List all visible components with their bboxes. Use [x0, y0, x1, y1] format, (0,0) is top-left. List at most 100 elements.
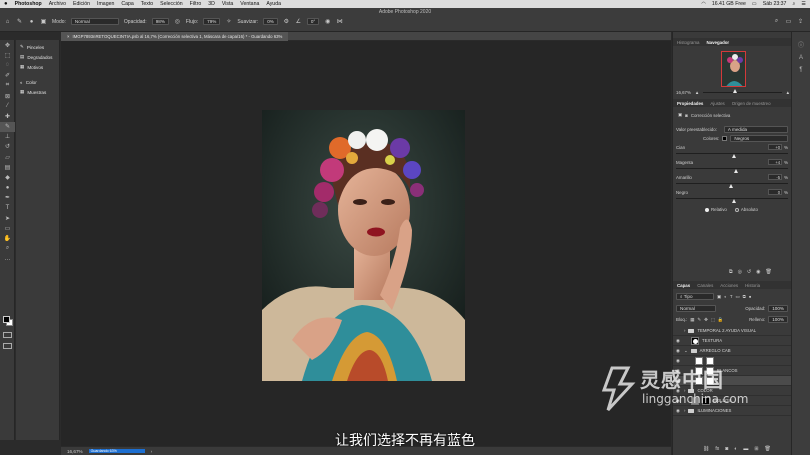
layer-row[interactable]: ◉ TEXTURA	[673, 336, 792, 346]
tab-navigator[interactable]: Navegador	[706, 40, 729, 45]
menu-photoshop[interactable]: Photoshop	[15, 1, 42, 7]
slider-track[interactable]	[676, 153, 788, 158]
link-icon[interactable]: ⛓	[703, 446, 709, 452]
crop-tool-icon[interactable]: ⌗	[0, 81, 15, 91]
stamp-tool-icon[interactable]: ⊥	[0, 132, 15, 142]
panel-item-gradients[interactable]: ▤ Degradados	[16, 52, 59, 62]
pressure-size-icon[interactable]: ◉	[324, 18, 331, 25]
tab-histogram[interactable]: Histograma	[677, 40, 699, 45]
frame-tool-icon[interactable]: ⊠	[0, 91, 15, 101]
layer-row[interactable]: ◉ ⌄ ARREGLO CAB	[673, 346, 792, 356]
healing-tool-icon[interactable]: ✚	[0, 111, 15, 121]
tab-history[interactable]: Historia	[745, 283, 760, 288]
lock-pixels-icon[interactable]: ▦	[690, 317, 694, 323]
layer-opacity-field[interactable]: 100%	[768, 305, 788, 312]
brush-tool-icon[interactable]: ✎	[16, 18, 23, 25]
menu-vista[interactable]: Vista	[222, 1, 233, 7]
panel-icon-paragraph[interactable]: ¶	[792, 64, 810, 76]
view-previous-icon[interactable]: ◎	[738, 269, 742, 275]
marquee-tool-icon[interactable]: ⬚	[0, 50, 15, 60]
eye-icon[interactable]: ◉	[676, 348, 681, 354]
path-select-tool-icon[interactable]: ➤	[0, 213, 15, 223]
airbrush-icon[interactable]: ✧	[225, 18, 232, 25]
gear-icon[interactable]: ⚙	[283, 18, 290, 25]
pen-tool-icon[interactable]: ✒	[0, 193, 15, 203]
tab-clone-source[interactable]: Origen de muestreo	[732, 101, 771, 106]
hand-tool-icon[interactable]: ✋	[0, 234, 15, 244]
layer-fill-field[interactable]: 100%	[768, 316, 788, 323]
move-tool-icon[interactable]: ✥	[0, 40, 15, 50]
navigator-zoom-value[interactable]: 16,67%	[676, 90, 691, 95]
document-tab[interactable]: × IMGP7893nRETOQUECINTIA.psb al 16,7% (C…	[61, 31, 289, 41]
panel-item-brushes[interactable]: ✎ Pinceles	[16, 42, 59, 52]
blur-tool-icon[interactable]: ◆	[0, 172, 15, 182]
slider-value[interactable]: -5	[768, 174, 783, 180]
clip-icon[interactable]: ⧉	[729, 269, 733, 275]
filter-type-icon[interactable]: T	[730, 294, 733, 299]
menu-capa[interactable]: Capa	[121, 1, 133, 7]
clock[interactable]: Sáb 23:37	[763, 1, 787, 7]
pressure-opacity-icon[interactable]: ◎	[174, 18, 181, 25]
angle-icon[interactable]: ∠	[295, 18, 302, 25]
radio-absolute[interactable]: Absoluto	[734, 207, 758, 212]
menu-3d[interactable]: 3D	[208, 1, 215, 7]
zoom-level[interactable]: 16,67%	[67, 449, 83, 454]
more-tools-icon[interactable]: …	[0, 254, 15, 264]
quick-select-tool-icon[interactable]: ✐	[0, 71, 15, 81]
brush-tool-icon[interactable]: ✎	[0, 121, 15, 132]
fx-icon[interactable]: fx	[715, 446, 719, 452]
colors-select[interactable]: Negros	[730, 135, 788, 142]
brush-panel-icon[interactable]: ▣	[40, 18, 47, 25]
tab-properties[interactable]: Propiedades	[677, 101, 703, 106]
wifi-icon[interactable]: ◠	[701, 1, 706, 7]
apple-icon[interactable]: ●	[4, 1, 8, 7]
lock-position-icon[interactable]: ✥	[704, 317, 708, 323]
share-icon[interactable]: ⇪	[797, 18, 804, 25]
panel-item-patterns[interactable]: ▦ Motivos	[16, 62, 59, 72]
slider-value[interactable]: 0	[768, 189, 783, 195]
shape-tool-icon[interactable]: ▭	[0, 223, 15, 233]
chevron-down-icon[interactable]: ⌄	[684, 348, 688, 354]
layer-row[interactable]: › TEMPORAL 2 AYUDA VISUAL	[673, 326, 792, 336]
preset-select[interactable]: A medida	[723, 126, 788, 133]
navigator-zoom-slider[interactable]	[703, 89, 782, 93]
info-arrow-icon[interactable]: ›	[151, 449, 153, 454]
menu-ventana[interactable]: Ventana	[240, 1, 259, 7]
delete-icon[interactable]: 🗑	[766, 269, 772, 275]
slider-track[interactable]	[676, 183, 788, 188]
panel-item-swatches[interactable]: ▦ Muestras	[16, 87, 59, 97]
brush-preset-icon[interactable]: ●	[28, 18, 35, 25]
panel-icon-character[interactable]: A	[792, 52, 810, 64]
gradient-tool-icon[interactable]: ▤	[0, 162, 15, 172]
navigator-zoom-thumb[interactable]	[733, 89, 738, 93]
filter-smart-icon[interactable]: ⧉	[743, 294, 746, 299]
lock-all-icon[interactable]: 🔒	[718, 317, 723, 323]
flow-field[interactable]: 79%	[203, 18, 221, 25]
document-image[interactable]	[262, 110, 465, 381]
radio-relative[interactable]: Relativo	[705, 207, 727, 212]
foreground-color-swatch[interactable]	[3, 316, 10, 323]
menu-seleccion[interactable]: Selección	[160, 1, 183, 7]
dodge-tool-icon[interactable]: ●	[0, 183, 15, 193]
panel-item-color[interactable]: ◐ Color	[16, 77, 59, 87]
opacity-field[interactable]: 98%	[151, 18, 169, 25]
layer-filter-select[interactable]: ⌕ Tipo	[676, 293, 714, 300]
tab-adjustments[interactable]: Ajustes	[710, 101, 724, 106]
menu-ayuda[interactable]: Ayuda	[266, 1, 281, 7]
menu-imagen[interactable]: Imagen	[97, 1, 114, 7]
tab-layers[interactable]: Capas	[677, 283, 690, 288]
angle-field[interactable]: 0°	[306, 18, 320, 25]
slider-thumb[interactable]	[732, 199, 736, 203]
slider-thumb[interactable]	[734, 169, 739, 173]
filter-pixel-icon[interactable]: ▣	[717, 294, 721, 300]
tab-channels[interactable]: Canales	[697, 283, 713, 288]
close-icon[interactable]: ×	[67, 34, 70, 39]
screen-mode-icon[interactable]	[3, 343, 12, 349]
filter-shape-icon[interactable]: ▭	[736, 294, 740, 300]
battery-icon[interactable]: ▭	[752, 1, 757, 7]
home-icon[interactable]: ⌂	[4, 18, 11, 25]
menu-edicion[interactable]: Edición	[73, 1, 90, 7]
type-tool-icon[interactable]: T	[0, 203, 15, 213]
smoothing-field[interactable]: 0%	[263, 18, 278, 25]
eyedropper-tool-icon[interactable]: ⁄	[0, 101, 15, 111]
